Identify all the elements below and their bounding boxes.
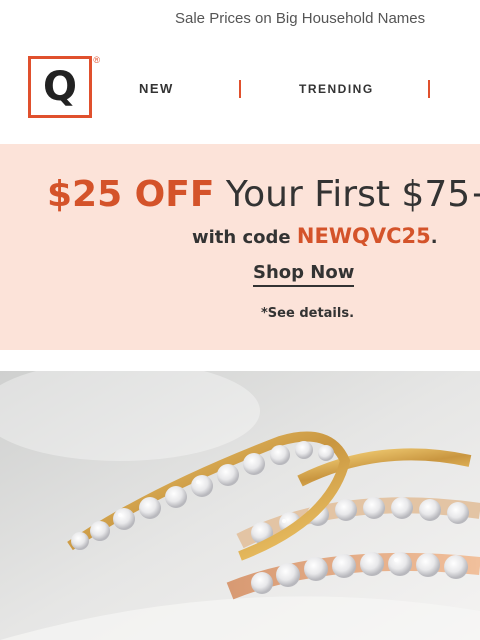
promo-code-line: with code NEWQVC25. xyxy=(192,224,438,248)
nav-separator xyxy=(428,80,430,98)
promo-headline-rest: Your First $75+ O xyxy=(225,174,480,215)
nav-link-new[interactable]: NEW xyxy=(139,81,174,96)
code-prefix: with code xyxy=(192,227,291,248)
qvc-logo[interactable]: Q ® xyxy=(28,55,100,118)
see-details-link[interactable]: *See details. xyxy=(261,306,354,321)
code-suffix: . xyxy=(430,227,438,248)
shop-now-link[interactable]: Shop Now xyxy=(253,262,355,287)
preheader-text[interactable]: Sale Prices on Big Household Names xyxy=(175,10,425,27)
hero-image-rings[interactable] xyxy=(0,371,480,640)
promo-amount: $25 OFF xyxy=(47,174,215,215)
registered-mark: ® xyxy=(93,55,100,65)
nav-separator xyxy=(239,80,241,98)
preheader: Sale Prices on Big Household Names xyxy=(0,0,480,40)
promo-headline: $25 OFF Your First $75+ O xyxy=(47,174,480,215)
logo-letter: Q xyxy=(42,64,77,110)
promo-banner: $25 OFF Your First $75+ O with code NEWQ… xyxy=(0,144,480,350)
rings-illustration xyxy=(0,371,480,640)
promo-code: NEWQVC25 xyxy=(296,224,431,248)
nav-link-trending[interactable]: TRENDING xyxy=(299,82,374,96)
